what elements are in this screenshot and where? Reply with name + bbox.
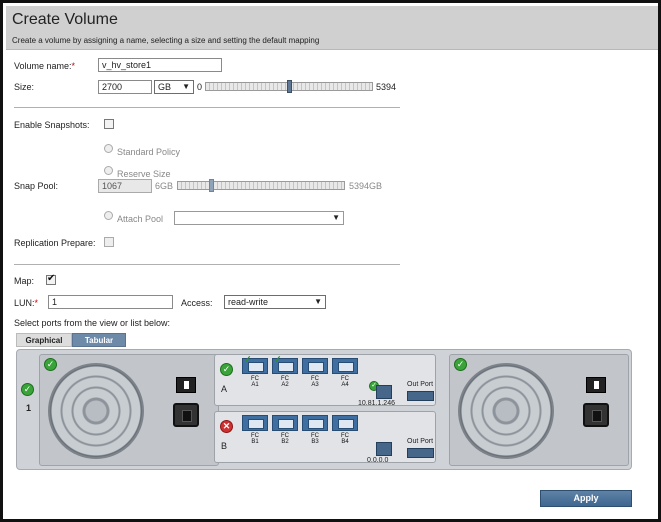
size-unit-value: GB	[158, 82, 172, 92]
reserve-size-radio[interactable]	[104, 166, 113, 175]
size-unit-select[interactable]: GB ▼	[154, 80, 194, 94]
size-slider-min: 0	[197, 82, 203, 92]
fan-icon	[48, 363, 144, 459]
map-label: Map:	[14, 276, 35, 286]
port-b2-label: FC B2	[281, 433, 289, 445]
access-select[interactable]: read-write ▼	[224, 295, 326, 309]
management-port-a[interactable]	[376, 385, 392, 399]
lun-label: LUN:*	[14, 298, 39, 308]
size-label: Size:	[14, 82, 35, 92]
snap-pool-slider-thumb[interactable]	[208, 179, 214, 192]
port-b2[interactable]	[272, 415, 298, 431]
size-input[interactable]: 2700	[98, 80, 152, 94]
header: Create Volume Create a volume by assigni…	[6, 6, 658, 50]
replication-prepare-label: Replication Prepare:	[14, 238, 96, 248]
lun-input[interactable]: 1	[48, 295, 173, 309]
page-subtitle: Create a volume by assigning a name, sel…	[12, 36, 320, 45]
standard-policy-radio[interactable]	[104, 144, 113, 153]
port-b1[interactable]	[242, 415, 268, 431]
management-port-b[interactable]	[376, 442, 392, 456]
controller-a: ✓ A ✓ FC A1 ✓ FC A2 FC A3 FC A4 ✓ 10.81.…	[214, 354, 436, 407]
port-a4[interactable]	[332, 358, 358, 374]
volume-name-label: Volume name:*	[14, 61, 76, 71]
controller-a-label: A	[221, 384, 228, 394]
psu-status-ok-icon: ✓	[44, 358, 57, 371]
standard-policy-label: Standard Policy	[117, 147, 181, 157]
controller-b-status-error-icon: ✕	[220, 420, 233, 433]
snap-pool-slider[interactable]	[177, 181, 345, 190]
port-a1-label: FC A1	[251, 376, 259, 388]
create-volume-window: Create Volume Create a volume by assigni…	[0, 0, 661, 522]
replication-prepare-checkbox[interactable]	[104, 237, 114, 247]
power-supply-left[interactable]: ✓	[39, 354, 219, 466]
power-switch-icon	[586, 377, 606, 393]
size-slider-thumb[interactable]	[287, 80, 292, 93]
reserve-size-label: Reserve Size	[117, 169, 171, 179]
port-b4-label: FC B4	[341, 433, 349, 445]
port-a1[interactable]: ✓	[242, 354, 268, 374]
port-b4[interactable]	[332, 415, 358, 431]
fan-icon	[458, 363, 554, 459]
enable-snapshots-checkbox[interactable]	[104, 119, 114, 129]
port-a2[interactable]: ✓	[272, 354, 298, 374]
enclosure-view: ✓ 1 ✓ ✓ A ✓ FC A1 ✓ FC A2 FC A3 FC A4 ✓ …	[16, 349, 632, 470]
port-a4-label: FC A4	[341, 376, 349, 388]
out-port-b-label: Out Port	[407, 438, 434, 445]
port-b3-label: FC B3	[311, 433, 319, 445]
snap-slider-max: 5394GB	[349, 181, 383, 191]
apply-button[interactable]: Apply	[540, 490, 632, 507]
port-selected-check-icon: ✓	[274, 354, 282, 364]
controller-b-ip: 0.0.0.0	[367, 457, 389, 464]
port-b1-label: FC B1	[251, 433, 259, 445]
port-b3[interactable]	[302, 415, 328, 431]
controller-b: ✕ B FC B1 FC B2 FC B3 FC B4 0.0.0.0 Out …	[214, 411, 436, 464]
divider	[14, 264, 400, 265]
out-port-a-label: Out Port	[407, 381, 434, 388]
controller-b-label: B	[221, 441, 228, 451]
dropdown-arrow-icon: ▼	[332, 213, 340, 222]
dropdown-arrow-icon: ▼	[314, 297, 322, 306]
reserve-size-input[interactable]: 1067	[98, 179, 152, 193]
port-a3-label: FC A3	[311, 376, 319, 388]
dropdown-arrow-icon: ▼	[182, 82, 190, 91]
out-port-b[interactable]	[407, 448, 434, 458]
controller-a-status-ok-icon: ✓	[220, 363, 233, 376]
controller-a-ip: 10.81.1.246	[358, 400, 395, 407]
volume-name-input[interactable]: v_hv_store1	[98, 58, 222, 72]
power-supply-right[interactable]: ✓	[449, 354, 629, 466]
enclosure-status-ok-icon: ✓	[21, 383, 34, 396]
tab-tabular[interactable]: Tabular	[72, 333, 126, 347]
power-socket-icon	[173, 403, 199, 427]
size-slider-max: 5394	[376, 82, 397, 92]
attach-pool-radio[interactable]	[104, 211, 113, 220]
attach-pool-label: Attach Pool	[117, 214, 164, 224]
power-socket-icon	[583, 403, 609, 427]
select-ports-text: Select ports from the view or list below…	[14, 318, 171, 328]
snap-slider-min: 6GB	[155, 181, 174, 191]
out-port-a[interactable]	[407, 391, 434, 401]
map-checkbox[interactable]	[46, 273, 56, 285]
port-a3[interactable]	[302, 358, 328, 374]
divider	[14, 107, 400, 108]
snap-pool-label: Snap Pool:	[14, 181, 59, 191]
enclosure-number: 1	[26, 403, 32, 413]
port-a2-label: FC A2	[281, 376, 289, 388]
attach-pool-select[interactable]: ▼	[174, 211, 344, 225]
psu-status-ok-icon: ✓	[454, 358, 467, 371]
access-value: read-write	[228, 297, 269, 307]
enable-snapshots-label: Enable Snapshots:	[14, 120, 90, 130]
tab-graphical[interactable]: Graphical	[16, 333, 72, 347]
power-switch-icon	[176, 377, 196, 393]
port-selected-check-icon: ✓	[244, 354, 252, 364]
page-title: Create Volume	[12, 11, 118, 28]
access-label: Access:	[181, 298, 213, 308]
